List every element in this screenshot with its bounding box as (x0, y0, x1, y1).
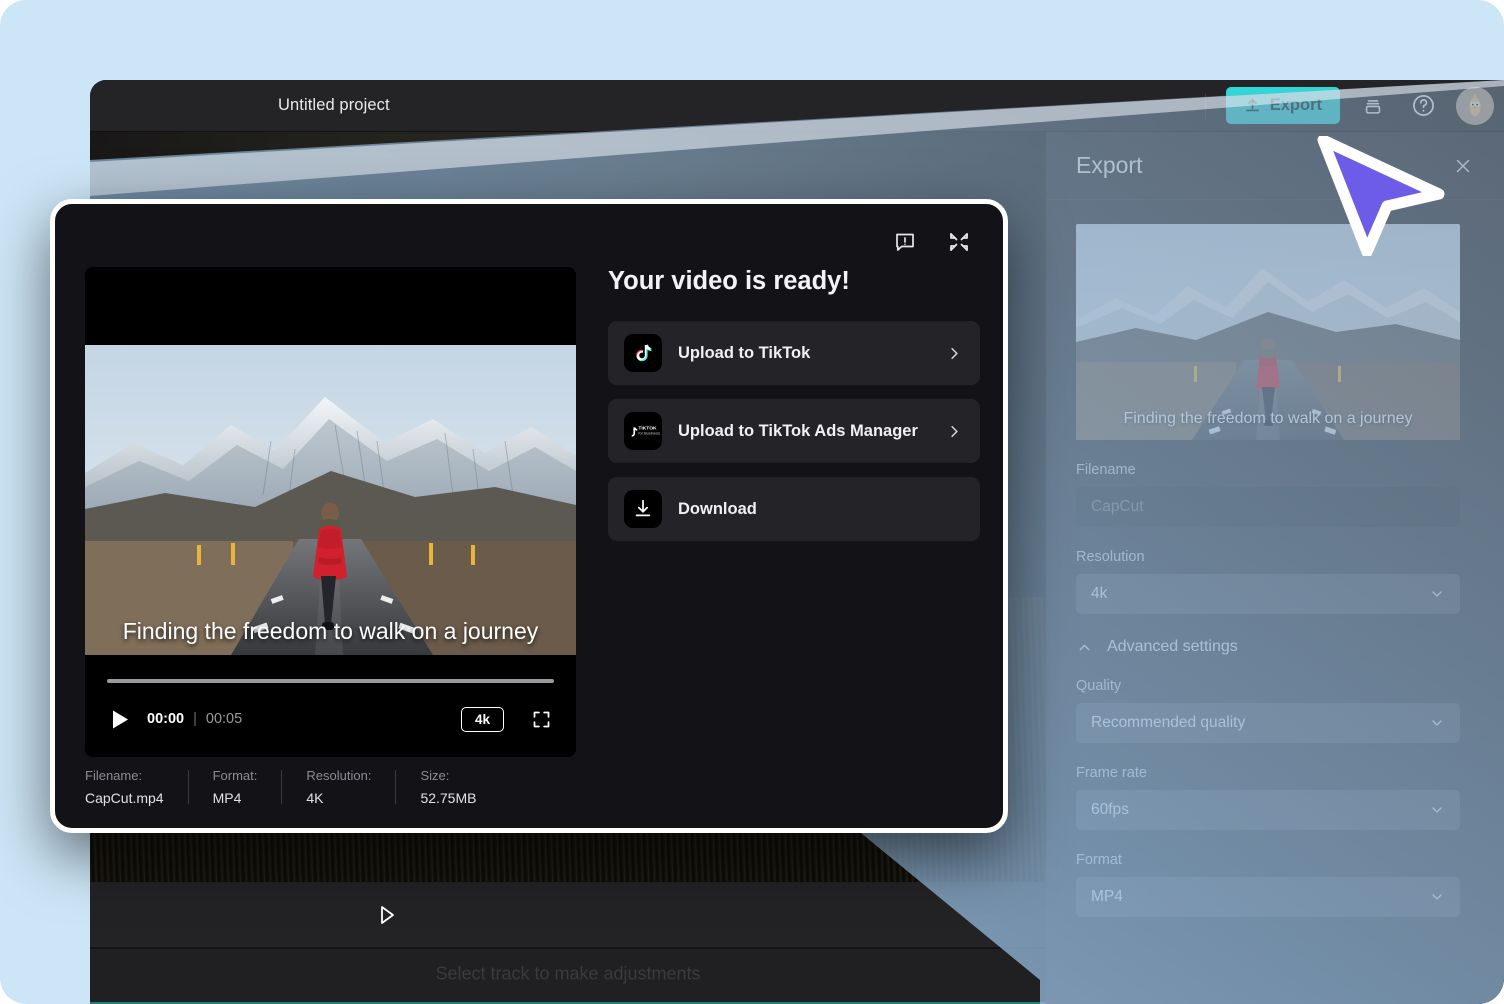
meta-size: Size: 52.75MB (420, 768, 476, 806)
meta-resolution: Resolution: 4K (306, 768, 371, 806)
meta-filename: Filename: CapCut.mp4 (85, 768, 164, 806)
fullscreen-icon[interactable] (528, 706, 554, 732)
meta-value: MP4 (212, 790, 242, 806)
resolution-value: 4k (1091, 585, 1108, 602)
export-metadata: Filename: CapCut.mp4 Format: MP4 Resolut… (85, 768, 476, 806)
layers-icon[interactable] (1356, 89, 1390, 123)
upload-to-tiktok-ads-manager-button[interactable]: TIKTOK for Business Upload to TikTok Ads… (608, 399, 980, 463)
export-panel-header: Export (1046, 132, 1504, 200)
action-label: Upload to TikTok (678, 343, 811, 362)
filename-input[interactable] (1076, 487, 1460, 527)
export-button[interactable]: Export (1225, 87, 1340, 124)
meta-key: Size: (420, 768, 450, 783)
chevron-down-icon (1429, 889, 1445, 905)
download-icon (624, 490, 662, 528)
timeline-play-button[interactable] (372, 900, 402, 930)
progress-scrubber[interactable] (107, 679, 554, 683)
meta-value: CapCut.mp4 (85, 790, 164, 806)
avatar[interactable] (1456, 86, 1494, 125)
modal-heading: Your video is ready! (608, 267, 850, 295)
player-video-frame (85, 345, 576, 655)
export-panel-body: Finding the freedom to walk on a journey… (1046, 200, 1504, 917)
report-feedback-icon[interactable] (889, 226, 921, 258)
action-label: Upload to TikTok Ads Manager (678, 421, 918, 440)
chevron-down-icon (1429, 715, 1445, 731)
meta-divider (395, 770, 397, 804)
export-button-label: Export (1269, 96, 1322, 114)
player-controls-row: 00:00 | 00:05 4k (107, 699, 554, 739)
play-icon[interactable] (107, 706, 133, 732)
quality-value: Recommended quality (1091, 714, 1246, 731)
chevron-right-icon (945, 422, 964, 441)
meta-divider (281, 770, 283, 804)
tiktok-icon (624, 334, 662, 372)
video-ready-modal: Finding the freedom to walk on a journey… (50, 199, 1008, 833)
modal-actions-column: Your video is ready! Upload to TikTok TI… (608, 267, 980, 555)
format-value: MP4 (1091, 888, 1123, 905)
meta-value: 4K (306, 790, 324, 806)
format-select[interactable]: MP4 (1076, 877, 1460, 917)
close-icon[interactable] (1446, 149, 1480, 183)
video-player: Finding the freedom to walk on a journey… (85, 267, 576, 757)
frame-rate-select[interactable]: 60fps (1076, 790, 1460, 830)
help-icon[interactable] (1406, 89, 1440, 123)
export-thumbnail: Finding the freedom to walk on a journey (1076, 224, 1460, 440)
export-panel: Export Finding the freedom to walk on a … (1046, 132, 1504, 1004)
resolution-label: Resolution (1076, 549, 1145, 565)
toolbar-divider (1204, 92, 1206, 119)
download-button[interactable]: Download (608, 477, 980, 541)
tiktok-for-business-icon: TIKTOK for Business (624, 412, 662, 450)
frame-rate-label: Frame rate (1076, 765, 1147, 781)
meta-key: Filename: (85, 768, 143, 783)
quality-badge[interactable]: 4k (460, 706, 504, 732)
advanced-settings-toggle[interactable]: Advanced settings (1076, 638, 1474, 656)
frame-rate-value: 60fps (1091, 801, 1129, 818)
quality-select[interactable]: Recommended quality (1076, 703, 1460, 743)
total-time: 00:05 (205, 711, 243, 727)
chevron-down-icon (1429, 586, 1445, 602)
chevron-down-icon (1429, 802, 1445, 818)
timeline-hint: Select track to make adjustments (435, 963, 701, 984)
time-separator: | (193, 711, 197, 727)
minimize-icon[interactable] (943, 226, 975, 258)
filename-label: Filename (1076, 462, 1136, 478)
project-title[interactable]: Untitled project (278, 96, 390, 115)
quality-label: Quality (1076, 678, 1122, 694)
export-thumbnail-caption: Finding the freedom to walk on a journey (1123, 410, 1413, 427)
action-label: Download (678, 499, 757, 518)
upload-icon (1244, 97, 1261, 114)
topbar-actions: Export (1204, 80, 1504, 131)
chevron-right-icon (945, 344, 964, 363)
format-label: Format (1076, 852, 1122, 868)
page-root: Untitled project Export Select track to … (0, 0, 1504, 1004)
meta-key: Format: (212, 768, 258, 783)
meta-key: Resolution: (306, 768, 372, 783)
meta-format: Format: MP4 (213, 768, 258, 806)
svg-text:for Business: for Business (638, 431, 660, 436)
meta-value: 52.75MB (420, 790, 477, 806)
player-caption: Finding the freedom to walk on a journey (122, 618, 539, 644)
upload-to-tiktok-button[interactable]: Upload to TikTok (608, 321, 980, 385)
advanced-settings-label: Advanced settings (1107, 638, 1238, 655)
resolution-select[interactable]: 4k (1076, 574, 1460, 614)
modal-top-icons (889, 226, 975, 258)
chevron-up-icon (1076, 639, 1093, 656)
current-time: 00:00 (147, 711, 185, 727)
timeline-toolbar (90, 882, 1046, 948)
export-panel-title: Export (1076, 152, 1143, 178)
topbar: Untitled project Export (90, 80, 1504, 132)
player-controls: 00:00 | 00:05 4k (85, 657, 576, 757)
timeline-tracks[interactable]: Select track to make adjustments (90, 948, 1046, 1004)
meta-divider (187, 770, 189, 804)
